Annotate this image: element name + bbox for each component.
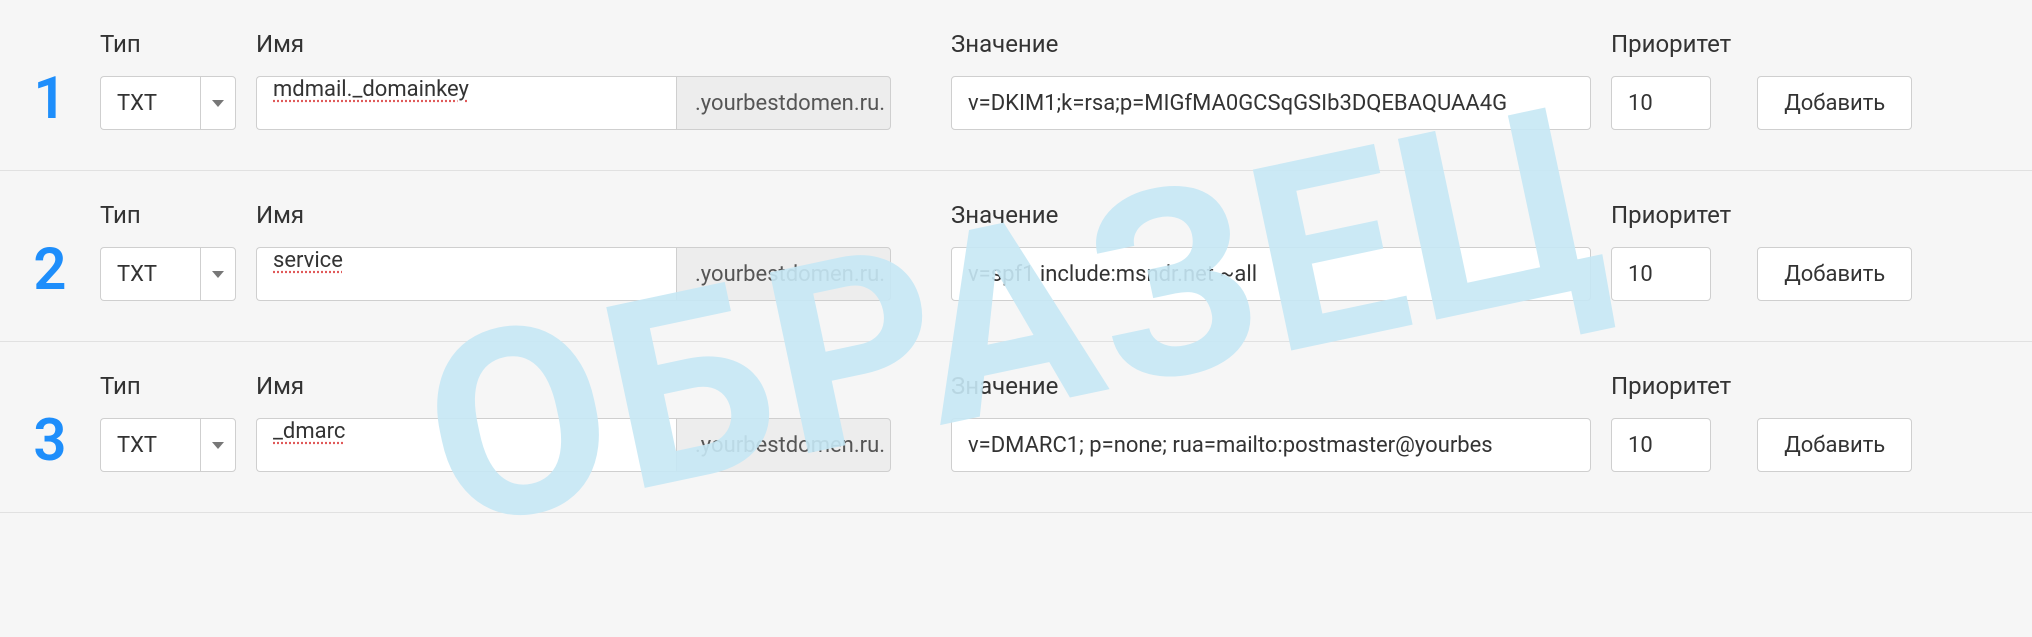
add-button[interactable]: Добавить (1757, 247, 1912, 301)
value-label: Значение (951, 30, 1591, 58)
dns-record-row: 2 Тип Имя service .yourbestdomen.ru. Зна… (0, 171, 2032, 342)
type-dropdown-button[interactable] (200, 418, 236, 472)
domain-suffix: .yourbestdomen.ru. (676, 418, 891, 472)
type-field: Тип (100, 30, 236, 130)
domain-suffix: .yourbestdomen.ru. (676, 76, 891, 130)
priority-input[interactable] (1611, 76, 1711, 130)
priority-field: Приоритет (1611, 201, 1731, 301)
add-button[interactable]: Добавить (1757, 418, 1912, 472)
type-field: Тип (100, 372, 236, 472)
chevron-down-icon (212, 100, 224, 107)
domain-suffix: .yourbestdomen.ru. (676, 247, 891, 301)
name-input[interactable]: mdmail._domainkey (256, 76, 676, 130)
priority-field: Приоритет (1611, 372, 1731, 472)
value-field: Значение (951, 372, 1591, 472)
name-field: Имя mdmail._domainkey .yourbestdomen.ru. (256, 30, 891, 130)
type-field: Тип (100, 201, 236, 301)
value-field: Значение (951, 30, 1591, 130)
value-input[interactable] (951, 247, 1591, 301)
name-input[interactable]: service (256, 247, 676, 301)
value-input[interactable] (951, 418, 1591, 472)
type-input[interactable] (100, 247, 200, 301)
priority-label: Приоритет (1611, 30, 1731, 58)
dns-records-list: 1 Тип Имя mdmail._domainkey .yourbestdom… (0, 0, 2032, 513)
type-input[interactable] (100, 418, 200, 472)
chevron-down-icon (212, 271, 224, 278)
value-input[interactable] (951, 76, 1591, 130)
value-label: Значение (951, 372, 1591, 400)
type-label: Тип (100, 201, 236, 229)
name-input[interactable]: _dmarc (256, 418, 676, 472)
name-input-text: mdmail._domainkey (273, 77, 469, 102)
priority-label: Приоритет (1611, 372, 1731, 400)
name-input-text: _dmarc (273, 419, 345, 444)
dns-record-row: 3 Тип Имя _dmarc .yourbestdomen.ru. Знач… (0, 342, 2032, 513)
priority-input[interactable] (1611, 247, 1711, 301)
type-dropdown-button[interactable] (200, 76, 236, 130)
value-label: Значение (951, 201, 1591, 229)
type-input[interactable] (100, 76, 200, 130)
row-number: 3 (0, 412, 100, 472)
row-number: 1 (0, 70, 100, 130)
chevron-down-icon (212, 442, 224, 449)
name-label: Имя (256, 372, 891, 400)
row-number: 2 (0, 241, 100, 301)
priority-label: Приоритет (1611, 201, 1731, 229)
name-field: Имя _dmarc .yourbestdomen.ru. (256, 372, 891, 472)
type-dropdown-button[interactable] (200, 247, 236, 301)
priority-input[interactable] (1611, 418, 1711, 472)
name-field: Имя service .yourbestdomen.ru. (256, 201, 891, 301)
dns-record-row: 1 Тип Имя mdmail._domainkey .yourbestdom… (0, 0, 2032, 171)
name-label: Имя (256, 30, 891, 58)
name-input-text: service (273, 248, 343, 273)
name-label: Имя (256, 201, 891, 229)
priority-field: Приоритет (1611, 30, 1731, 130)
type-label: Тип (100, 372, 236, 400)
add-button[interactable]: Добавить (1757, 76, 1912, 130)
type-label: Тип (100, 30, 236, 58)
value-field: Значение (951, 201, 1591, 301)
